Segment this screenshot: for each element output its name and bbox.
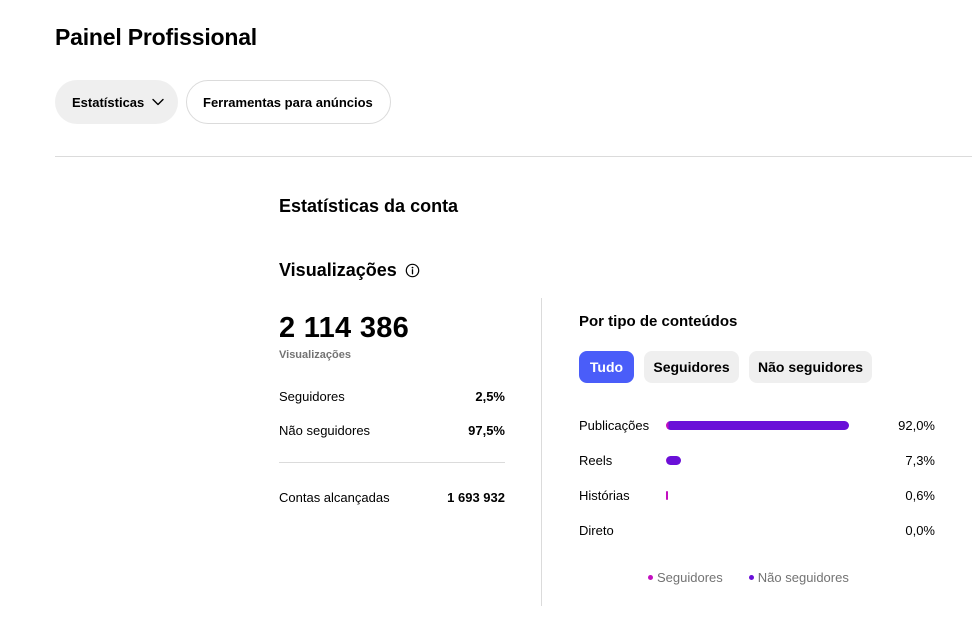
content-row-percent: 0,0% xyxy=(905,523,935,538)
content-row-label: Reels xyxy=(579,453,613,468)
content-bar xyxy=(666,421,865,430)
tab-ad-tools-label: Ferramentas para anúncios xyxy=(203,94,373,110)
legend-label: Seguidores xyxy=(657,570,723,585)
content-row-label: Histórias xyxy=(579,488,630,503)
content-row-percent: 7,3% xyxy=(905,453,935,468)
content-row-stories: Histórias 0,6% xyxy=(579,488,935,506)
header-divider xyxy=(55,156,972,157)
content-bar xyxy=(666,456,865,465)
content-row-label: Direto xyxy=(579,523,614,538)
tab-ad-tools[interactable]: Ferramentas para anúncios xyxy=(186,80,391,124)
views-total: 2 114 386 xyxy=(279,312,410,344)
content-row-label: Publicações xyxy=(579,418,650,433)
legend-item-followers: Seguidores xyxy=(648,570,723,585)
page-title: Painel Profissional xyxy=(55,24,257,50)
views-row-nonfollowers: Não seguidores 97,5% xyxy=(279,423,505,438)
content-bar-fill xyxy=(666,456,681,465)
content-type-title: Por tipo de conteúdos xyxy=(579,313,738,330)
views-row-value: 97,5% xyxy=(468,423,505,438)
column-divider xyxy=(541,298,542,606)
content-row-direct: Direto 0,0% xyxy=(579,523,935,541)
content-bar xyxy=(666,491,865,500)
chart-legend: Seguidores Não seguidores xyxy=(648,570,849,585)
views-total-caption: Visualizações xyxy=(279,349,351,361)
views-row-label: Seguidores xyxy=(279,389,345,404)
reach-value: 1 693 932 xyxy=(447,490,505,505)
content-row-percent: 92,0% xyxy=(898,418,935,433)
legend-dot-nonfollowers xyxy=(748,575,754,580)
views-row-followers: Seguidores 2,5% xyxy=(279,389,505,404)
content-row-percent: 0,6% xyxy=(905,488,935,503)
legend-label: Não seguidores xyxy=(757,570,849,585)
content-bar-fill xyxy=(666,491,668,500)
legend-item-nonfollowers: Não seguidores xyxy=(748,570,849,585)
reach-label: Contas alcançadas xyxy=(279,490,390,505)
views-title: Visualizações xyxy=(279,260,397,280)
views-heading: Visualizações xyxy=(279,260,420,281)
tab-statistics[interactable]: Estatísticas xyxy=(55,80,178,124)
legend-dot-followers xyxy=(648,575,653,580)
chevron-down-icon xyxy=(152,98,164,106)
content-bar xyxy=(666,526,865,535)
content-bar-fill xyxy=(666,421,850,430)
filter-nonfollowers-button[interactable]: Não seguidores xyxy=(749,351,872,383)
filter-all-button[interactable]: Tudo xyxy=(579,351,634,383)
tab-statistics-label: Estatísticas xyxy=(72,94,145,110)
views-row-label: Não seguidores xyxy=(279,423,371,438)
filter-followers-button[interactable]: Seguidores xyxy=(644,351,739,383)
reach-row: Contas alcançadas 1 693 932 xyxy=(279,490,505,505)
content-row-posts: Publicações 92,0% xyxy=(579,418,935,436)
views-divider xyxy=(279,462,505,463)
content-row-reels: Reels 7,3% xyxy=(579,453,935,471)
section-title: Estatísticas da conta xyxy=(279,196,459,216)
info-icon[interactable] xyxy=(405,263,420,278)
views-row-value: 2,5% xyxy=(475,389,505,404)
